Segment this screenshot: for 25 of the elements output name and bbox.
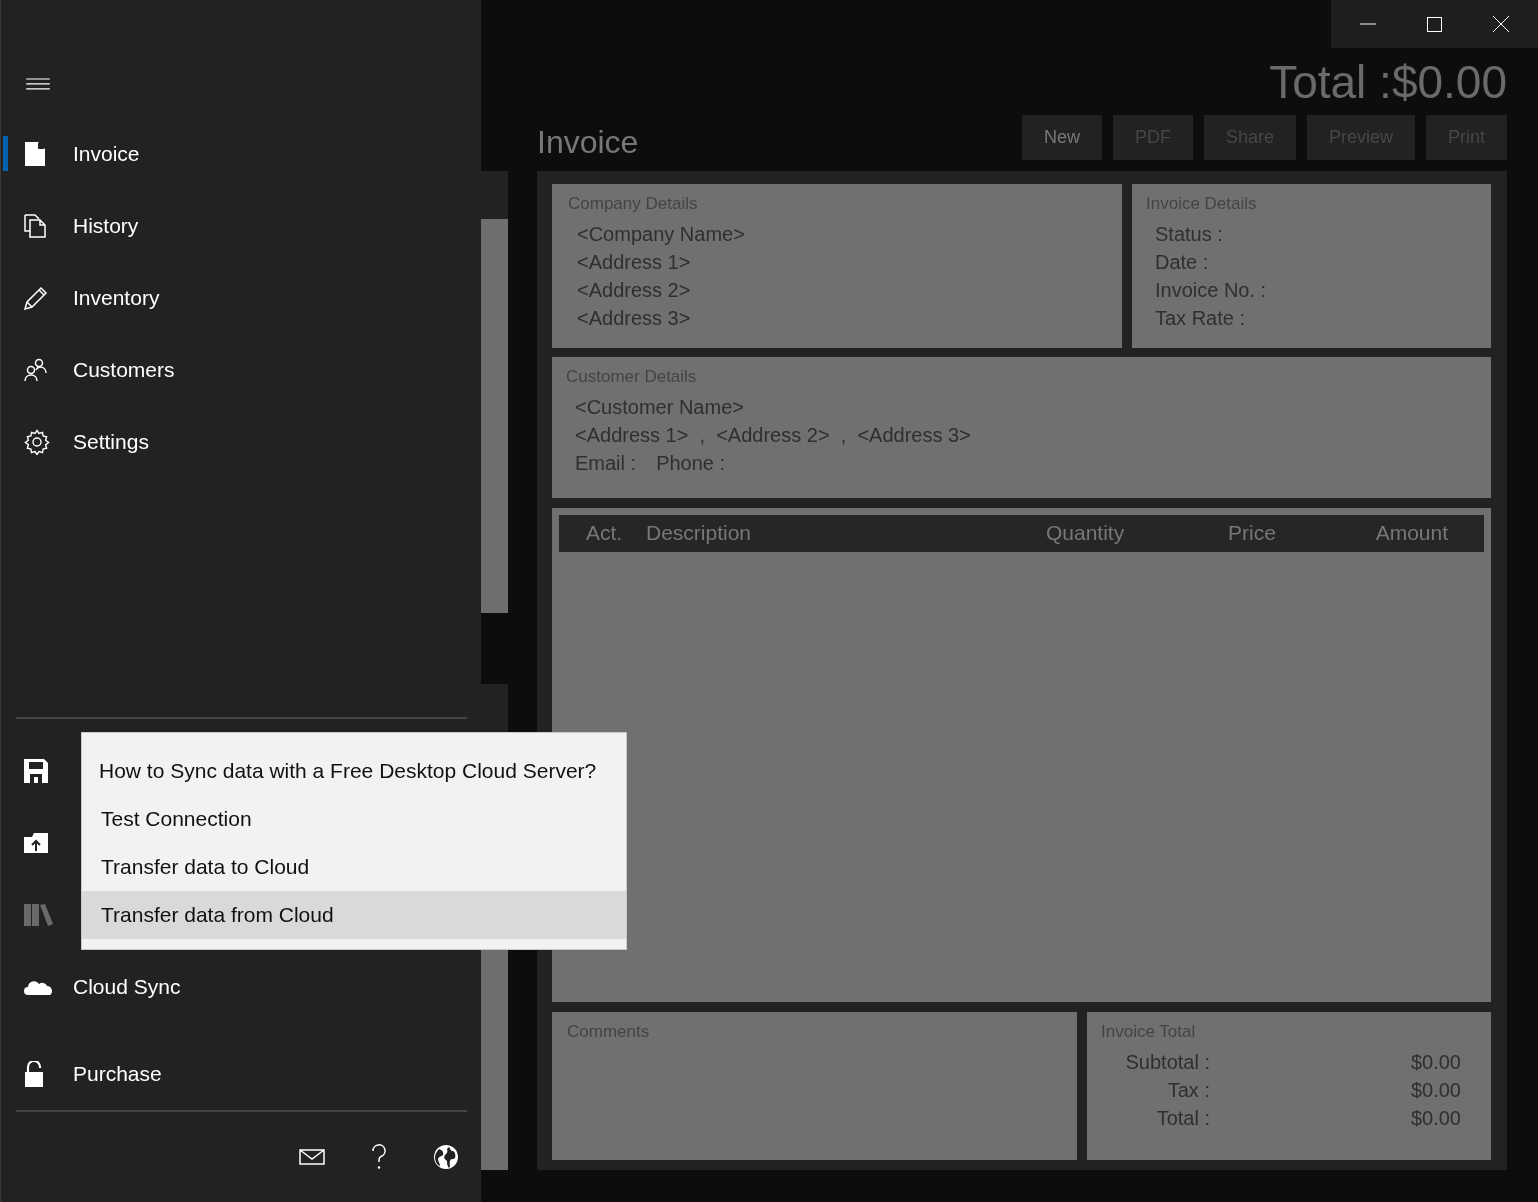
field-value: <Address 1> , <Address 2> , <Address 3> <box>575 423 972 448</box>
field-value: <Address 1> <box>577 250 692 275</box>
total-value: $0.00 <box>1410 1106 1461 1131</box>
total-label: Total : <box>1155 1106 1210 1131</box>
column-header: Amount <box>1375 521 1448 546</box>
field-label: Email : <box>575 451 637 476</box>
total-value: $0.00 <box>1410 1078 1461 1103</box>
field-label: Tax Rate : <box>1155 306 1247 331</box>
field-value: <Company Name> <box>577 222 746 247</box>
field-value: <Customer Name> <box>575 395 745 420</box>
field-label: Date : <box>1155 250 1210 275</box>
total-label: Subtotal : <box>1124 1050 1210 1075</box>
total-label: Tax : <box>1166 1078 1210 1103</box>
field-label: Status : <box>1155 222 1224 247</box>
field-value: <Address 3> <box>577 306 692 331</box>
column-header: Price <box>1228 521 1276 546</box>
total-value: $0.00 <box>1410 1050 1461 1075</box>
field-label: Phone : <box>656 451 726 476</box>
column-header: Act. <box>586 521 623 546</box>
page-title: Invoice <box>537 124 639 160</box>
grand-total: Total :$0.00 <box>1269 54 1507 109</box>
column-header: Quantity <box>1046 521 1125 546</box>
column-header: Description <box>646 521 752 546</box>
field-label: Invoice No. : <box>1155 278 1268 303</box>
field-value: <Address 2> <box>577 278 692 303</box>
